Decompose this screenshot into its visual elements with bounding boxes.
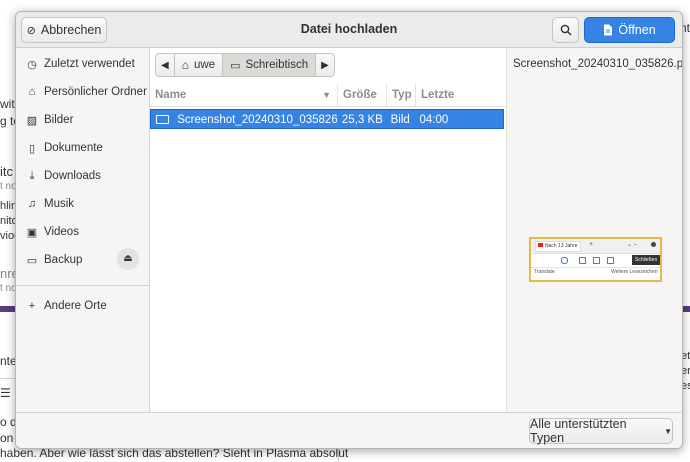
music-icon: ♫ — [27, 198, 37, 210]
thumb-bookmark-right: Weitere Lesezeichen — [611, 269, 658, 275]
thumb-toolbar — [531, 254, 626, 266]
sidebar-item-documents[interactable]: ▯ Dokumente — [16, 134, 149, 162]
file-name-cell: Screenshot_20240310_035826.p... — [151, 110, 337, 128]
file-row[interactable]: Screenshot_20240310_035826.p... 25,3 KB … — [150, 109, 504, 129]
breadcrumb: ◀ ⌂ uwe ▭ Schreibtisch ▶ — [155, 53, 335, 77]
breadcrumb-back-button[interactable]: ◀ — [155, 53, 175, 77]
list-icon: ☰ — [0, 386, 11, 400]
sidebar-item-label: Dokumente — [44, 142, 103, 154]
sidebar-item-label: Andere Orte — [44, 300, 107, 312]
column-label: Typ — [392, 89, 412, 101]
thumb-tool-icon — [579, 257, 586, 264]
dropdown-arrow-icon: ▼ — [664, 426, 672, 436]
open-label: Öffnen — [618, 23, 656, 37]
thumb-window-icon: ⌄ – — [627, 242, 638, 248]
sidebar-item-downloads[interactable]: ⤓ Downloads — [16, 162, 149, 190]
thumb-tool-icon — [561, 257, 568, 264]
column-label: Größe — [343, 89, 377, 101]
thumb-new-tab-icon: + — [589, 241, 594, 248]
drive-icon: ▭ — [26, 254, 38, 267]
file-browser: ◀ ⌂ uwe ▭ Schreibtisch ▶ Name ▼ Größe Ty… — [150, 48, 682, 412]
sidebar-item-label: Persönlicher Ordner — [44, 86, 147, 98]
search-button[interactable] — [552, 17, 579, 43]
cancel-icon: ⊘ — [26, 24, 36, 37]
sidebar-divider — [16, 285, 149, 286]
sidebar-item-home[interactable]: ⌂ Persönlicher Ordner — [16, 78, 149, 106]
plus-icon: + — [28, 300, 36, 312]
places-sidebar: ◷ Zuletzt verwendet ⌂ Persönlicher Ordne… — [16, 48, 150, 412]
thumb-tab: Nach 13 Jahre — [535, 241, 581, 252]
cancel-label: Abbrechen — [40, 23, 102, 37]
preview-pane: Screenshot_20240310_035826.png Nach 13 J… — [506, 48, 682, 412]
sidebar-item-label: Musik — [44, 198, 75, 210]
bg-divider — [338, 447, 339, 462]
eject-icon[interactable]: ⏏ — [117, 248, 139, 270]
sidebar-item-label: Videos — [44, 226, 79, 238]
file-upload-dialog: Datei hochladen ⊘ Abbrechen Öffnen ◷ Zul… — [15, 11, 683, 449]
preview-thumbnail: Nach 13 Jahre + ⌄ – Schließen Translate … — [529, 237, 662, 282]
dialog-header: Datei hochladen ⊘ Abbrechen Öffnen — [16, 12, 682, 48]
thumb-tabbar: Nach 13 Jahre + ⌄ – — [531, 239, 660, 254]
bg-divider — [0, 306, 15, 312]
sidebar-item-label: Bilder — [44, 114, 74, 126]
sidebar-item-pictures[interactable]: ▨ Bilder — [16, 106, 149, 134]
thumb-close-icon — [651, 242, 656, 247]
sidebar-item-recent[interactable]: ◷ Zuletzt verwendet — [16, 50, 149, 78]
sidebar-item-other-locations[interactable]: + Andere Orte — [16, 292, 149, 320]
cancel-button[interactable]: ⊘ Abbrechen — [21, 17, 107, 43]
home-icon: ⌂ — [181, 58, 189, 72]
image-file-icon — [156, 115, 169, 125]
file-modified: 04:00 — [419, 114, 449, 126]
filter-label: Alle unterstützten Typen — [530, 417, 627, 445]
breadcrumb-label: Schreibtisch — [245, 59, 309, 71]
sidebar-item-backup[interactable]: ▭ Backup ⏏ — [16, 246, 149, 274]
document-icon — [604, 24, 613, 36]
video-icon: ▣ — [26, 226, 38, 239]
column-headers: Name ▼ Größe Typ Letzte Änderung — [150, 84, 506, 123]
breadcrumb-forward-button[interactable]: ▶ — [315, 53, 335, 77]
file-type: Bild — [390, 114, 410, 126]
file-name: Screenshot_20240310_035826.p... — [177, 114, 337, 126]
youtube-icon — [538, 243, 543, 247]
home-icon: ⌂ — [28, 86, 36, 98]
clock-icon: ◷ — [27, 58, 37, 71]
bg-text: itc — [0, 164, 13, 179]
bg-divider — [0, 378, 15, 379]
document-icon: ▯ — [28, 142, 36, 155]
chevron-left-icon: ◀ — [161, 59, 169, 71]
search-icon — [560, 24, 572, 36]
thumb-tooltip: Schließen — [632, 255, 660, 265]
thumb-tab-label: Nach 13 Jahre — [545, 243, 578, 249]
preview-filename: Screenshot_20240310_035826.png — [513, 58, 683, 70]
sidebar-item-label: Backup — [44, 254, 83, 266]
sidebar-item-label: Zuletzt verwendet — [44, 58, 135, 70]
thumb-bookmark-left: Translate — [534, 269, 555, 275]
column-label: Name — [155, 89, 187, 101]
breadcrumb-home[interactable]: ⌂ uwe — [173, 53, 224, 77]
column-modified[interactable]: Letzte Änderung — [416, 84, 506, 123]
bg-text: on — [0, 431, 14, 445]
thumb-bookmarks-bar: Translate Weitere Lesezeichen — [531, 267, 660, 278]
image-icon: ▨ — [26, 114, 38, 127]
column-type[interactable]: Typ — [387, 84, 416, 106]
open-button[interactable]: Öffnen — [584, 17, 675, 43]
column-size[interactable]: Größe — [338, 84, 387, 106]
thumb-tool-icon — [607, 257, 614, 264]
download-icon: ⤓ — [29, 169, 35, 182]
sidebar-item-music[interactable]: ♫ Musik — [16, 190, 149, 218]
dialog-title: Datei hochladen — [300, 22, 398, 36]
file-type-filter-dropdown[interactable]: Alle unterstützten Typen ▼ — [529, 417, 673, 445]
file-size: 25,3 KB — [341, 114, 383, 126]
sidebar-item-label: Downloads — [44, 170, 101, 182]
breadcrumb-desktop[interactable]: ▭ Schreibtisch — [222, 53, 317, 77]
column-name[interactable]: Name ▼ — [150, 84, 338, 106]
folder-icon: ▭ — [230, 59, 241, 72]
sidebar-item-videos[interactable]: ▣ Videos — [16, 218, 149, 246]
sort-down-icon: ▼ — [322, 90, 331, 100]
dialog-footer: Alle unterstützten Typen ▼ — [16, 412, 682, 448]
breadcrumb-label: uwe — [193, 59, 216, 71]
chevron-right-icon: ▶ — [321, 59, 329, 71]
thumb-tool-icon — [593, 257, 600, 264]
